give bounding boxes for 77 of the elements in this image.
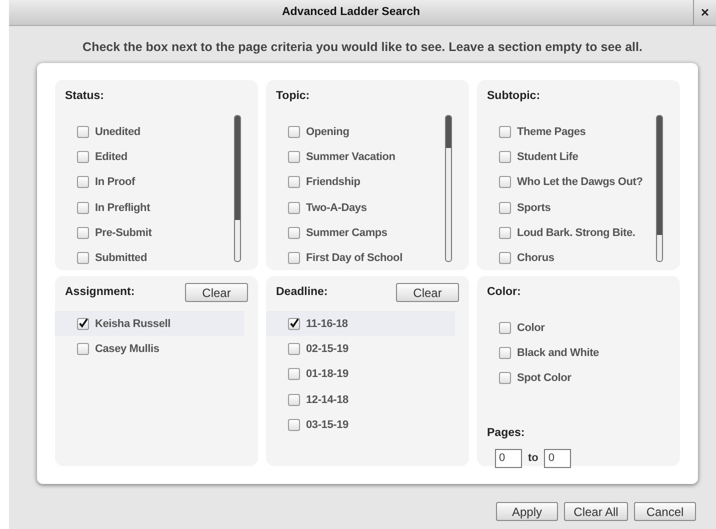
checkbox[interactable] — [499, 126, 511, 138]
pages-label: Pages: — [487, 426, 526, 439]
checkbox-label[interactable]: Keisha Russell — [95, 318, 170, 330]
checkbox[interactable] — [77, 202, 89, 214]
scrollbar[interactable] — [445, 115, 452, 262]
dialog-button[interactable]: Apply — [496, 502, 558, 521]
section-title: Subtopic: — [487, 90, 540, 102]
checkbox[interactable] — [77, 150, 89, 163]
range-separator: to — [528, 452, 538, 464]
checkbox-label[interactable]: Sports — [517, 202, 551, 214]
checkbox-label[interactable]: Edited — [95, 150, 128, 163]
checkbox[interactable] — [288, 226, 300, 239]
section-title: Deadline: — [276, 286, 328, 298]
checkbox[interactable] — [288, 318, 300, 330]
dialog-button[interactable]: Cancel — [634, 502, 696, 521]
checkbox[interactable] — [288, 394, 300, 406]
checkbox[interactable] — [288, 252, 300, 264]
checkbox[interactable] — [499, 202, 511, 214]
checkbox-label[interactable]: Loud Bark. Strong Bite. — [517, 226, 636, 239]
checkbox[interactable] — [499, 372, 511, 384]
checkbox-label[interactable]: Unedited — [95, 126, 140, 138]
checkbox-label[interactable]: Who Let the Dawgs Out? — [517, 176, 643, 188]
checkbox-label[interactable]: Student Life — [517, 150, 578, 163]
checkbox-label[interactable]: Summer Camps — [306, 226, 388, 239]
checkbox[interactable] — [77, 176, 89, 188]
checkbox-label[interactable]: Theme Pages — [517, 126, 586, 138]
checkbox-label[interactable]: Chorus — [517, 252, 554, 264]
checkbox-label[interactable]: Casey Mullis — [95, 342, 160, 355]
pages-to-field[interactable]: 0 — [544, 448, 572, 468]
checkbox[interactable] — [77, 126, 89, 138]
checkbox-label[interactable]: 01-18-19 — [306, 368, 348, 380]
checkbox[interactable] — [499, 226, 511, 239]
close-button[interactable]: × — [693, 0, 716, 25]
checkbox-label[interactable]: Summer Vacation — [306, 150, 396, 163]
checkbox[interactable] — [499, 150, 511, 163]
checkbox-label[interactable]: Submitted — [95, 252, 147, 264]
section-title: Assignment: — [65, 286, 135, 298]
checkbox-label[interactable]: 03-15-19 — [306, 418, 348, 431]
checkbox[interactable] — [499, 252, 511, 264]
checkbox[interactable] — [288, 342, 300, 355]
checkbox[interactable] — [288, 202, 300, 214]
checkbox[interactable] — [499, 346, 511, 359]
checkbox[interactable] — [288, 150, 300, 163]
checkbox-label[interactable]: Opening — [306, 126, 350, 138]
section-title: Status: — [65, 90, 104, 102]
checkbox-label[interactable]: Friendship — [306, 176, 360, 188]
checkbox[interactable] — [77, 252, 89, 264]
section-title: Color: — [487, 286, 521, 298]
checkbox-label[interactable]: First Day of School — [306, 252, 402, 264]
checkbox[interactable] — [288, 418, 300, 431]
checkbox[interactable] — [288, 176, 300, 188]
checkbox[interactable] — [288, 126, 300, 138]
checkbox[interactable] — [288, 368, 300, 380]
checkbox-label[interactable]: In Preflight — [95, 202, 150, 214]
checkbox-label[interactable]: Two-A-Days — [306, 202, 367, 214]
checkbox-label[interactable]: 12-14-18 — [306, 394, 348, 406]
checkbox[interactable] — [77, 226, 89, 239]
checkbox-label[interactable]: In Proof — [95, 176, 135, 188]
checkbox-label[interactable]: 11-16-18 — [306, 318, 348, 330]
pages-from-field[interactable]: 0 — [495, 448, 522, 468]
instruction-text: Check the box next to the page criteria you would like to see. Leave a section empty to see all. — [82, 40, 644, 54]
dialog-button[interactable]: Clear All — [564, 502, 628, 521]
scrollbar[interactable] — [234, 115, 241, 262]
checkbox-label[interactable]: Pre-Submit — [95, 226, 152, 239]
clear-button[interactable]: Clear — [396, 283, 459, 302]
checkbox-label[interactable]: 02-15-19 — [306, 342, 348, 355]
checkbox[interactable] — [499, 176, 511, 188]
scrollbar[interactable] — [656, 115, 663, 262]
window-title: Advanced Ladder Search — [280, 5, 422, 20]
checkbox[interactable] — [77, 342, 89, 355]
checkbox-label[interactable]: Spot Color — [517, 372, 572, 384]
checkbox-label[interactable]: Black and White — [517, 346, 599, 359]
checkbox[interactable] — [499, 322, 511, 334]
clear-button[interactable]: Clear — [185, 283, 248, 302]
checkbox-label[interactable]: Color — [517, 322, 545, 334]
section-title: Topic: — [276, 90, 310, 102]
checkbox[interactable] — [77, 318, 89, 330]
